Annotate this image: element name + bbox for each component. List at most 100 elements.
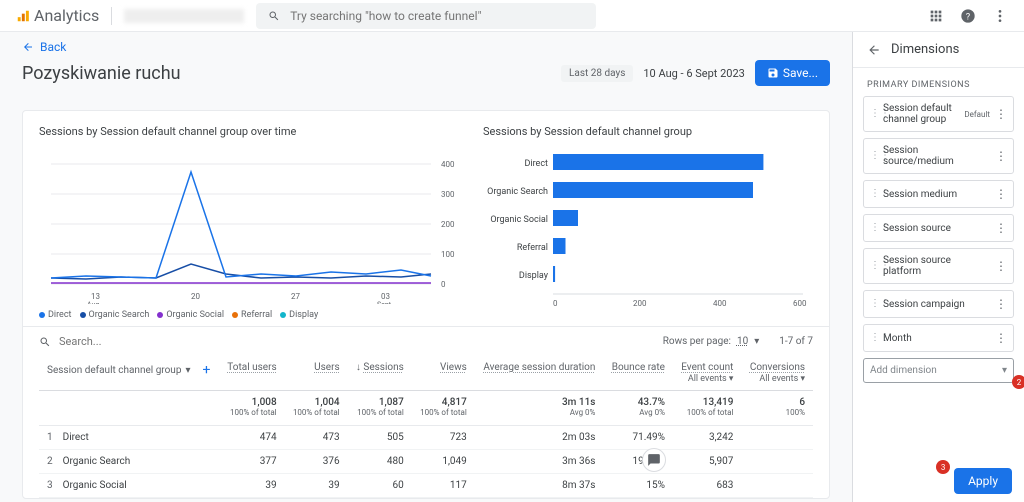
chat-icon (647, 453, 661, 467)
apps-icon[interactable] (928, 8, 944, 24)
table-search-input[interactable] (59, 335, 655, 348)
dimension-item[interactable]: ⋮⋮Session source platform⋮ (863, 248, 1014, 284)
page-title: Pozyskiwanie ruchu (22, 63, 181, 84)
more-icon[interactable]: ⋮ (995, 297, 1007, 311)
apply-button[interactable]: Apply (954, 468, 1012, 494)
product-name: Analytics (34, 6, 99, 25)
svg-text:300: 300 (441, 190, 455, 199)
drag-handle-icon[interactable]: ⋮⋮ (870, 110, 878, 118)
svg-text:27: 27 (291, 292, 300, 301)
primary-dimensions-label: Primary dimensions (853, 68, 1024, 96)
dimension-item[interactable]: ⋮⋮Session source⋮ (863, 214, 1014, 242)
more-icon[interactable]: ⋮ (995, 107, 1007, 121)
svg-text:Organic Search: Organic Search (487, 187, 548, 197)
chevron-down-icon: ▾ (1002, 365, 1007, 376)
chart-title-right: Sessions by Session default channel grou… (483, 125, 813, 138)
back-label: Back (40, 40, 66, 54)
table-row[interactable]: 2Organic Search3773764801,0493m 36s19.38… (39, 450, 813, 474)
logo[interactable]: Analytics (16, 6, 99, 25)
app-header: Analytics ? (0, 0, 1024, 32)
global-search[interactable] (256, 3, 596, 29)
table-toolbar: Rows per page: 10 ▾ 1-7 of 7 (23, 326, 829, 356)
more-icon[interactable]: ⋮ (995, 187, 1007, 201)
search-icon (39, 336, 51, 348)
page-info: 1-7 of 7 (779, 336, 813, 347)
chevron-down-icon[interactable]: ▾ (754, 336, 759, 347)
column-header[interactable]: Bounce rate (603, 356, 673, 391)
global-search-input[interactable] (290, 9, 584, 23)
back-link[interactable]: Back (0, 32, 852, 56)
svg-text:03: 03 (381, 292, 390, 301)
bar-chart: Sessions by Session default channel grou… (483, 125, 813, 320)
rows-per-value[interactable]: 10 (737, 336, 748, 347)
more-icon[interactable]: ⋮ (995, 259, 1007, 273)
drag-handle-icon[interactable]: ⋮⋮ (870, 152, 878, 160)
more-icon[interactable]: ⋮ (995, 149, 1007, 163)
drag-handle-icon[interactable]: ⋮⋮ (870, 300, 878, 308)
svg-text:?: ? (966, 11, 971, 22)
column-header[interactable]: Users (285, 356, 348, 391)
svg-text:Referral: Referral (517, 243, 548, 253)
drag-handle-icon[interactable]: ⋮⋮ (870, 190, 878, 198)
apply-bar: 3 Apply (852, 460, 1024, 502)
legend-item[interactable]: Organic Search (80, 310, 150, 320)
header-actions: ? (928, 8, 1008, 24)
dimension-item[interactable]: ⋮⋮Session medium⋮ (863, 180, 1014, 208)
analytics-logo-icon (16, 9, 30, 23)
dimension-item[interactable]: ⋮⋮Session default channel groupDefault⋮ (863, 96, 1014, 132)
dimensions-panel: Dimensions Primary dimensions ⋮⋮Session … (852, 32, 1024, 502)
add-dimension-button[interactable]: + (202, 362, 210, 378)
date-preset[interactable]: Last 28 days (561, 65, 633, 82)
svg-text:400: 400 (713, 299, 727, 308)
rows-per-label: Rows per page: (663, 336, 731, 347)
drag-handle-icon[interactable]: ⋮⋮ (870, 334, 878, 342)
svg-text:400: 400 (441, 160, 455, 169)
arrow-left-icon (22, 41, 34, 53)
legend-item[interactable]: Referral (232, 310, 272, 320)
table-row[interactable]: 3Organic Social3939601178m 37s15%683 (39, 474, 813, 498)
report-card: Sessions by Session default channel grou… (22, 110, 830, 499)
chevron-down-icon: ▾ (185, 365, 190, 376)
column-header[interactable]: Views (412, 356, 475, 391)
save-button[interactable]: Save... (755, 60, 830, 86)
svg-text:Direct: Direct (525, 159, 549, 169)
panel-title: Dimensions (891, 42, 959, 57)
svg-text:Display: Display (519, 271, 549, 281)
arrow-left-icon[interactable] (867, 43, 881, 57)
svg-text:Aug: Aug (87, 301, 99, 304)
save-icon (767, 67, 779, 79)
more-icon[interactable]: ⋮ (995, 221, 1007, 235)
column-header[interactable]: ConversionsAll events ▾ (741, 356, 813, 391)
svg-text:0: 0 (553, 299, 558, 308)
svg-text:200: 200 (441, 220, 455, 229)
column-header[interactable]: Average session duration (475, 356, 604, 391)
dimension-item[interactable]: ⋮⋮Session source/medium⋮ (863, 138, 1014, 174)
table-row[interactable]: 1Direct4744735057232m 03s71.49%3,242 (39, 426, 813, 450)
more-icon[interactable] (992, 8, 1008, 24)
column-header[interactable]: Event countAll events ▾ (673, 356, 741, 391)
dimension-item[interactable]: ⋮⋮Session campaign⋮ (863, 290, 1014, 318)
drag-handle-icon[interactable]: ⋮⋮ (870, 262, 878, 270)
dimension-item[interactable]: ⋮⋮Month⋮ (863, 324, 1014, 352)
more-icon[interactable]: ⋮ (995, 331, 1007, 345)
column-header[interactable]: ↓ Sessions (348, 356, 412, 391)
legend-item[interactable]: Display (280, 310, 318, 320)
drag-handle-icon[interactable]: ⋮⋮ (870, 224, 878, 232)
divider (111, 7, 112, 25)
search-icon (268, 10, 280, 22)
add-dimension-dropdown[interactable]: Add dimension ▾ (863, 358, 1014, 383)
chart-title-left: Sessions by Session default channel grou… (39, 125, 463, 138)
dimension-selector[interactable]: Session default channel group ▾ + (47, 362, 211, 378)
date-range[interactable]: 10 Aug - 6 Sept 2023 (643, 67, 744, 80)
svg-text:Organic Social: Organic Social (490, 215, 548, 225)
legend: Direct Organic Search Organic Social Referr… (39, 310, 463, 320)
account-name-redacted[interactable] (124, 9, 244, 23)
bar-chart-svg: Direct Organic Search Organic Social Referr… (483, 144, 813, 314)
svg-text:0: 0 (441, 280, 446, 289)
legend-item[interactable]: Organic Social (157, 310, 224, 320)
column-header[interactable]: Total users (219, 356, 285, 391)
feedback-button[interactable] (642, 448, 666, 472)
line-chart-svg: 400 300 200 100 0 13 Aug 20 27 03 Sept (39, 144, 463, 304)
help-icon[interactable]: ? (960, 8, 976, 24)
legend-item[interactable]: Direct (39, 310, 72, 320)
